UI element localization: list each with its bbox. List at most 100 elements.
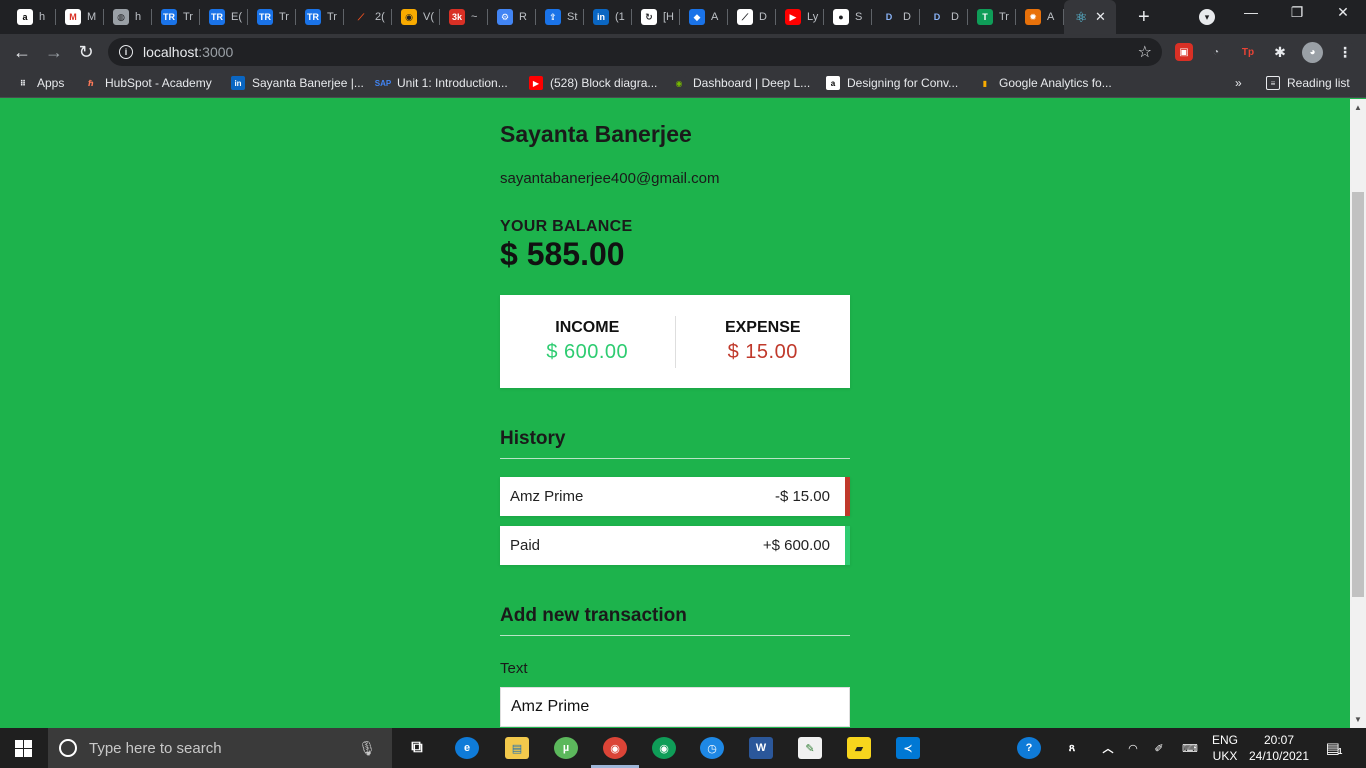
- user-email: sayantabanerjee400@gmail.com: [500, 170, 720, 187]
- bookmark-item[interactable]: ▶ (528) Block diagra...: [529, 76, 657, 90]
- extension-puzzle-red-icon[interactable]: ▣: [1175, 43, 1193, 61]
- notification-center-icon[interactable]: ▤ 1: [1322, 737, 1346, 759]
- gmail-icon: M: [65, 9, 81, 25]
- utorrent-icon[interactable]: µ: [554, 737, 578, 759]
- back-icon[interactable]: ←: [12, 42, 32, 62]
- bookmarks-more-label: »: [1235, 76, 1242, 90]
- layers-icon: ◆: [689, 9, 705, 25]
- browser-tab[interactable]: ⇪ St: [536, 0, 584, 34]
- people-icon[interactable]: ጸ: [1060, 737, 1084, 759]
- scroll-up-icon[interactable]: ▲: [1354, 103, 1362, 112]
- browser-tab[interactable]: ◉ V(: [392, 0, 440, 34]
- taskbar-search-placeholder: Type here to search: [89, 739, 222, 757]
- bookmark-label: Dashboard | Deep L...: [693, 76, 811, 90]
- tab-title: Tr: [999, 11, 1009, 23]
- scrollbar-thumb[interactable]: [1352, 192, 1364, 597]
- keyboard-icon[interactable]: ⌨: [1178, 737, 1202, 759]
- restore-icon[interactable]: ❐: [1287, 4, 1307, 21]
- tab-title: V(: [423, 11, 434, 23]
- address-bar[interactable]: i localhost:3000 ☆: [108, 38, 1162, 66]
- browser-tab[interactable]: ◆ A: [680, 0, 728, 34]
- browser-tab[interactable]: ● S: [824, 0, 872, 34]
- chrome-profile-icon[interactable]: ◉: [652, 737, 676, 759]
- edge-icon[interactable]: e: [455, 737, 479, 759]
- browser-tab[interactable]: ah: [8, 0, 56, 34]
- chrome-icon[interactable]: ◉: [603, 737, 627, 759]
- url-host: localhost: [143, 44, 199, 60]
- extension-tp-icon[interactable]: Tp: [1239, 43, 1257, 61]
- file-explorer-icon[interactable]: ▤: [505, 737, 529, 759]
- browser-tab[interactable]: ▶ Ly: [776, 0, 824, 34]
- language-indicator[interactable]: ENG UKX: [1208, 732, 1242, 764]
- extension-incognito-icon[interactable]: ◔: [1207, 43, 1225, 61]
- browser-tab[interactable]: ⟋ D: [728, 0, 776, 34]
- bookmarks-more-button[interactable]: »: [1235, 76, 1242, 90]
- notes-app-icon[interactable]: ✎: [798, 737, 822, 759]
- tray-chevron-icon[interactable]: ︿: [1096, 737, 1120, 759]
- active-browser-tab[interactable]: ⚛ ✕: [1064, 0, 1116, 34]
- taskbar-search[interactable]: Type here to search 🎙: [48, 728, 392, 768]
- browser-tab[interactable]: ⚙ R: [488, 0, 536, 34]
- word-icon[interactable]: W: [749, 737, 773, 759]
- chrome-menu-icon[interactable]: ⋮: [1336, 43, 1354, 61]
- vscode-icon[interactable]: ≺: [896, 737, 920, 759]
- wifi-icon[interactable]: ◠: [1121, 737, 1145, 759]
- reading-list-button[interactable]: ≡ Reading list: [1266, 76, 1350, 90]
- bookmark-star-icon[interactable]: ☆: [1138, 42, 1152, 62]
- browser-tab[interactable]: ✹ A: [1016, 0, 1064, 34]
- browser-tab[interactable]: TR E(: [200, 0, 248, 34]
- new-tab-icon[interactable]: +: [1138, 6, 1158, 29]
- page-scrollbar[interactable]: ▲ ▼: [1350, 99, 1366, 728]
- browser-tab[interactable]: TR Tr: [152, 0, 200, 34]
- minimize-icon[interactable]: —: [1241, 4, 1261, 20]
- task-view-icon[interactable]: ⧉: [405, 737, 429, 759]
- expense-value: $ 15.00: [727, 341, 798, 363]
- graph-icon: ⟋: [737, 9, 753, 25]
- close-tab-icon[interactable]: ✕: [1095, 9, 1106, 25]
- sticky-notes-icon[interactable]: ▰: [847, 737, 871, 759]
- bookmark-item[interactable]: in Sayanta Banerjee |...: [231, 76, 364, 90]
- system-clock[interactable]: 20:07 24/10/2021: [1244, 732, 1314, 764]
- bookmark-item[interactable]: ℏ HubSpot - Academy: [84, 76, 212, 90]
- browser-tab[interactable]: T Tr: [968, 0, 1016, 34]
- microphone-icon[interactable]: 🎙: [358, 740, 376, 757]
- tab-title: Tr: [279, 11, 289, 23]
- analytics-icon: ▮: [978, 76, 992, 90]
- history-item-amount: +$ 600.00: [762, 537, 830, 554]
- browser-tab[interactable]: TR Tr: [296, 0, 344, 34]
- tab-search-icon[interactable]: ▾: [1199, 9, 1215, 25]
- youtube-icon: ▶: [785, 9, 801, 25]
- browser-tab[interactable]: ◍ h: [104, 0, 152, 34]
- browser-tab[interactable]: DD: [872, 0, 920, 34]
- bookmark-item[interactable]: a Designing for Conv...: [826, 76, 958, 90]
- bookmark-item[interactable]: ◉ Dashboard | Deep L...: [672, 76, 810, 90]
- browser-tab[interactable]: TR Tr: [248, 0, 296, 34]
- bookmark-item[interactable]: SAP Unit 1: Introduction...: [375, 76, 508, 90]
- extensions-icon[interactable]: ✱: [1271, 43, 1289, 61]
- history-item[interactable]: Paid +$ 600.00: [500, 526, 850, 565]
- scroll-down-icon[interactable]: ▼: [1354, 715, 1362, 724]
- site-info-icon[interactable]: i: [119, 45, 133, 59]
- amazon-icon: a: [17, 9, 33, 25]
- windows-start-icon[interactable]: [15, 740, 32, 757]
- browser-tab[interactable]: ⟋ 2(: [344, 0, 392, 34]
- browser-tab[interactable]: MM: [56, 0, 104, 34]
- browser-tab[interactable]: DD: [920, 0, 968, 34]
- close-window-icon[interactable]: ✕: [1333, 4, 1353, 21]
- browser-tab[interactable]: in (1: [584, 0, 632, 34]
- tab-title: Tr: [327, 11, 337, 23]
- history-item[interactable]: Amz Prime -$ 15.00: [500, 477, 850, 516]
- bookmark-item[interactable]: ▮ Google Analytics fo...: [978, 76, 1112, 90]
- help-icon[interactable]: ?: [1017, 737, 1041, 759]
- browser-tab[interactable]: ↻ [H: [632, 0, 680, 34]
- text-input[interactable]: [500, 687, 850, 727]
- profile-avatar[interactable]: ◕: [1302, 42, 1323, 63]
- reload-icon[interactable]: ↻: [76, 42, 96, 62]
- bookmark-item[interactable]: ⠿ Apps: [16, 76, 64, 90]
- page-content: Sayanta Banerjee sayantabanerjee400@gmai…: [0, 99, 1350, 728]
- forward-icon[interactable]: →: [44, 42, 64, 62]
- clock-app-icon[interactable]: ◷: [700, 737, 724, 759]
- pen-icon[interactable]: ✐: [1147, 737, 1171, 759]
- tab-list: a h M M ◍ h TR Tr TR E(TR Tr TR Tr ⟋ 2(◉ V(3k ~ ⚙ R ⇪ St in (1…: [0, 0, 1158, 34]
- browser-tab[interactable]: 3k ~: [440, 0, 488, 34]
